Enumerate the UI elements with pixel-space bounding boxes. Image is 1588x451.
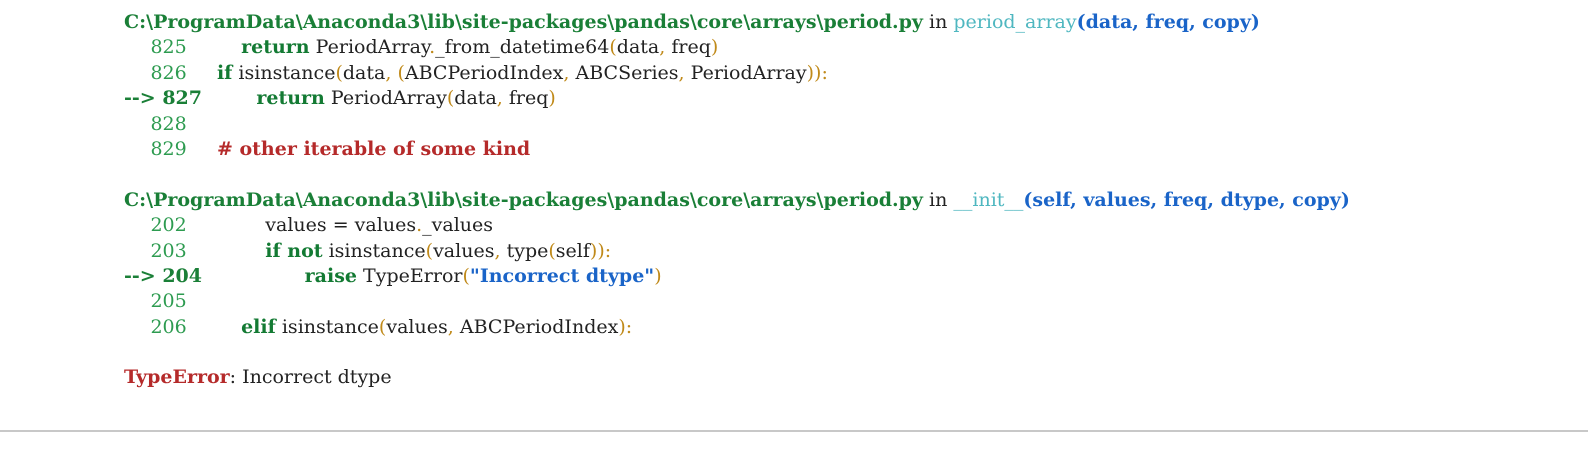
keyword: if not xyxy=(265,239,323,262)
code-line: 206 elif isinstance(values, ABCPeriodInd… xyxy=(124,315,1350,340)
code-line-current: --> 204 raise TypeError("Incorrect dtype… xyxy=(124,264,1350,289)
file-path: C:\ProgramData\Anaconda3\lib\site-packag… xyxy=(124,11,923,33)
keyword: elif xyxy=(241,315,276,338)
string-literal: "Incorrect dtype" xyxy=(469,264,655,287)
code-line: 828 xyxy=(124,112,1350,137)
line-number: 205 xyxy=(150,290,187,313)
keyword: return xyxy=(256,87,325,110)
frame-header: C:\ProgramData\Anaconda3\lib\site-packag… xyxy=(124,188,1350,213)
function-name: __init__ xyxy=(953,188,1024,211)
code-comment: # other iterable of some kind xyxy=(216,137,531,160)
line-number: 203 xyxy=(150,239,187,262)
line-number: 204 xyxy=(162,264,202,287)
line-number: 825 xyxy=(150,36,187,59)
code-line-current: --> 827 return PeriodArray(data, freq) xyxy=(124,86,1350,111)
code-line: 203 if not isinstance(values, type(self)… xyxy=(124,239,1350,264)
line-arrow xyxy=(124,138,150,160)
code-line: 826 if isinstance(data, (ABCPeriodIndex,… xyxy=(124,61,1350,86)
line-number: 828 xyxy=(150,112,187,135)
code-text: isinstance(values, ABCPeriodIndex): xyxy=(281,315,633,338)
traceback: C:\ProgramData\Anaconda3\lib\site-packag… xyxy=(124,10,1350,391)
line-arrow xyxy=(124,62,150,84)
line-number: 827 xyxy=(162,87,202,110)
code-text: PeriodArray._from_datetime64(data, freq) xyxy=(315,36,719,59)
code-line: 825 return PeriodArray._from_datetime64(… xyxy=(124,35,1350,60)
error-message: : Incorrect dtype xyxy=(229,366,392,389)
line-arrow xyxy=(124,240,150,262)
keyword: if xyxy=(216,61,233,84)
code-text: isinstance(data, (ABCPeriodIndex, ABCSer… xyxy=(238,61,828,84)
line-arrow xyxy=(124,214,150,236)
in-word: in xyxy=(922,11,954,33)
frame-header: C:\ProgramData\Anaconda3\lib\site-packag… xyxy=(124,10,1350,35)
line-number: 829 xyxy=(150,137,187,160)
error-type: TypeError xyxy=(124,366,230,389)
code-line: 205 xyxy=(124,289,1350,314)
code-text: TypeError( xyxy=(363,264,470,287)
function-signature: (data, freq, copy) xyxy=(1076,11,1260,33)
code-line: 829 # other iterable of some kind xyxy=(124,137,1350,162)
current-line-arrow: --> xyxy=(124,87,163,110)
line-number: 206 xyxy=(150,315,187,338)
line-arrow xyxy=(124,113,150,135)
line-number: 202 xyxy=(150,214,187,237)
code-text: values = values._values xyxy=(265,214,494,237)
in-word: in xyxy=(922,188,954,211)
code-text: isinstance(values, type(self)): xyxy=(328,239,612,262)
keyword: return xyxy=(241,36,310,59)
code-line: 202 values = values._values xyxy=(124,213,1350,238)
function-name: period_array xyxy=(953,11,1077,33)
line-arrow xyxy=(124,36,150,58)
close-paren: ) xyxy=(654,264,662,287)
file-path: C:\ProgramData\Anaconda3\lib\site-packag… xyxy=(124,188,923,211)
output-divider xyxy=(0,430,1588,432)
function-signature: (self, values, freq, dtype, copy) xyxy=(1023,188,1350,211)
code-text: PeriodArray(data, freq) xyxy=(330,87,556,110)
current-line-arrow: --> xyxy=(124,264,163,287)
line-number: 826 xyxy=(150,61,187,84)
keyword: raise xyxy=(304,264,357,287)
error-line: TypeError: Incorrect dtype xyxy=(124,365,1350,390)
line-arrow xyxy=(124,316,150,338)
line-arrow xyxy=(124,290,150,312)
